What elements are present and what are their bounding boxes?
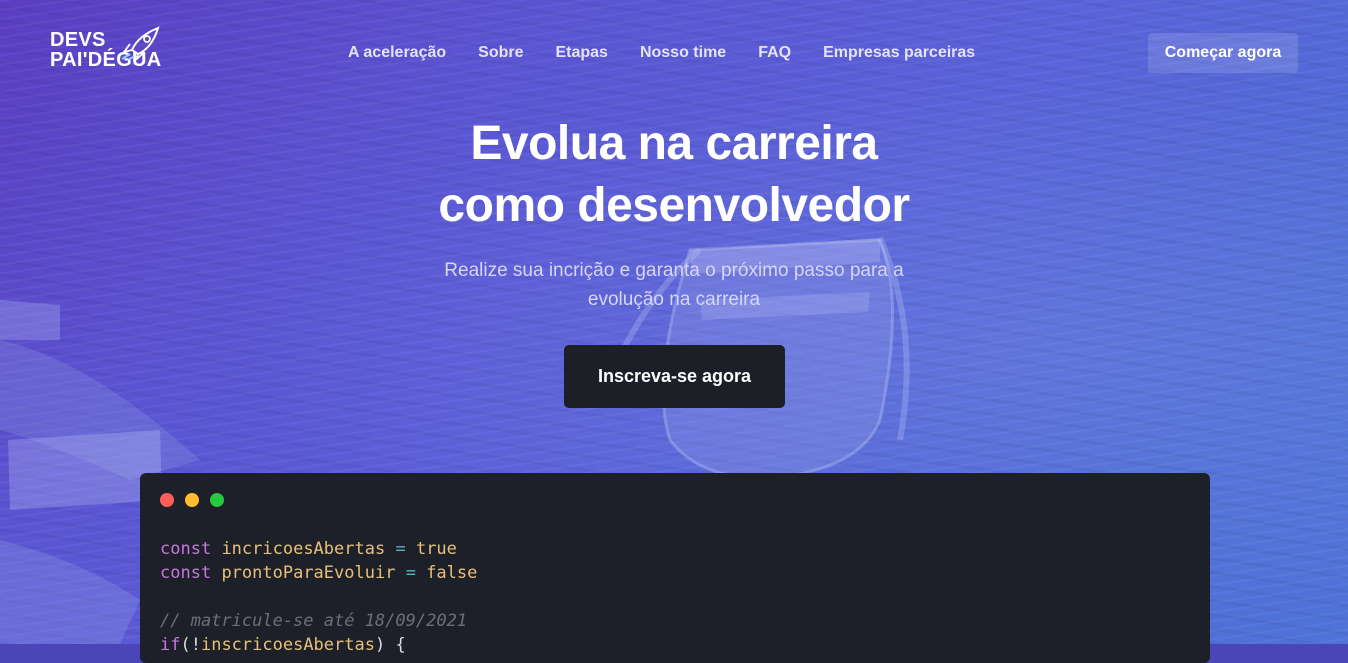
- subscribe-button[interactable]: Inscreva-se agora: [564, 345, 785, 408]
- hero-subtitle: Realize sua incrição e garanta o próximo…: [444, 260, 904, 310]
- nav-link-aceleracao[interactable]: A aceleração: [348, 44, 446, 62]
- nav-link-empresas-parceiras[interactable]: Empresas parceiras: [823, 44, 975, 62]
- hero-title: Evolua na carreira como desenvolvedor: [0, 113, 1348, 237]
- nav-link-etapas[interactable]: Etapas: [555, 44, 607, 62]
- code-snippet: const incricoesAbertas = true const pron…: [160, 537, 477, 657]
- minimize-dot-icon: [185, 493, 199, 507]
- hero-title-line-1: Evolua na carreira: [470, 117, 878, 170]
- code-keyword: if: [160, 635, 181, 655]
- code-value: true: [415, 539, 457, 559]
- code-keyword: const: [160, 539, 212, 559]
- code-keyword: const: [160, 563, 212, 583]
- maximize-dot-icon: [210, 493, 224, 507]
- code-line-2: const prontoParaEvoluir = false: [160, 563, 477, 583]
- code-operator: =: [395, 539, 406, 559]
- code-window: const incricoesAbertas = true const pron…: [140, 473, 1210, 663]
- code-line-4: if(!inscricoesAbertas) {: [160, 635, 406, 655]
- code-identifier: inscricoesAbertas: [200, 635, 375, 655]
- code-identifier: incricoesAbertas: [221, 539, 386, 559]
- nav-link-nosso-time[interactable]: Nosso time: [640, 44, 726, 62]
- window-controls: [160, 493, 224, 507]
- hero-title-line-2: como desenvolvedor: [438, 179, 910, 232]
- nav-link-faq[interactable]: FAQ: [758, 44, 791, 62]
- code-operator: =: [405, 563, 416, 583]
- nav-link-sobre[interactable]: Sobre: [478, 44, 523, 62]
- code-punctuation: ) {: [374, 635, 406, 655]
- code-comment: // matricule-se até 18/09/2021: [160, 611, 468, 631]
- code-line-1: const incricoesAbertas = true: [160, 539, 457, 559]
- main-nav: A aceleração Sobre Etapas Nosso time FAQ…: [348, 44, 975, 62]
- brand-line-1: DEVS: [50, 29, 106, 51]
- close-dot-icon: [160, 493, 174, 507]
- code-identifier: prontoParaEvoluir: [221, 563, 396, 583]
- start-now-button[interactable]: Começar agora: [1148, 33, 1298, 73]
- code-value: false: [426, 563, 478, 583]
- code-punctuation: (!: [180, 635, 201, 655]
- rocket-icon: [121, 26, 160, 60]
- brand-logo[interactable]: DEVS PAI'DÉGUA: [50, 26, 162, 70]
